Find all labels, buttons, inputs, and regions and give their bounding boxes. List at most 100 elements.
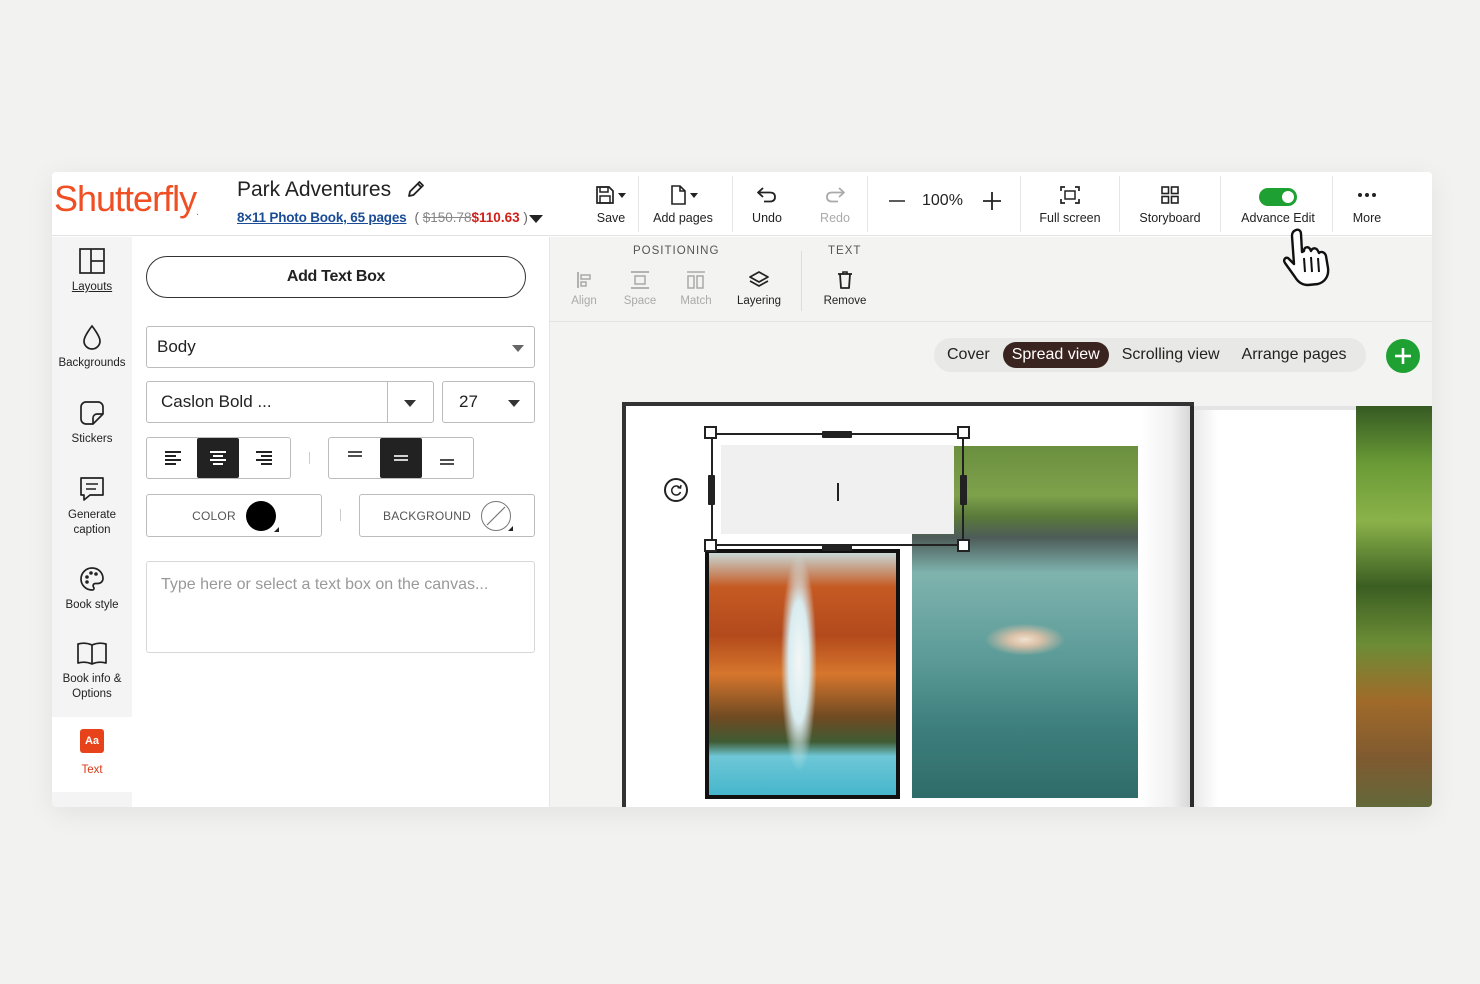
layering-tool-button[interactable]: Layering <box>729 270 789 307</box>
zoom-in-button[interactable] <box>977 172 1007 236</box>
toolbar-divider <box>1220 176 1221 232</box>
shutterfly-logo[interactable]: Shutterfly. <box>54 178 199 220</box>
match-tool-button[interactable]: Match <box>666 270 726 307</box>
more-dots-icon <box>1356 183 1378 207</box>
grid-icon <box>1160 183 1180 207</box>
nav-item-stickers[interactable]: Stickers <box>52 399 132 447</box>
drop-icon <box>83 324 101 350</box>
nav-item-book-style[interactable]: Book style <box>52 565 132 613</box>
save-disk-icon <box>594 183 628 207</box>
redo-button[interactable]: Redo <box>810 172 860 236</box>
align-top-icon <box>348 451 362 457</box>
remove-text-button[interactable]: Remove <box>815 270 875 307</box>
view-mode-switcher: Cover Spread view Scrolling view Arrange… <box>934 338 1366 372</box>
align-bottom-button[interactable] <box>426 438 468 478</box>
layers-icon <box>749 271 769 287</box>
toolbar-divider <box>732 176 733 232</box>
waterfall-photo[interactable] <box>705 549 900 799</box>
chevron-down-icon <box>508 400 520 407</box>
align-middle-icon <box>394 455 408 461</box>
space-objects-icon <box>631 271 649 289</box>
resize-handle-top[interactable] <box>822 431 852 438</box>
nav-item-layouts[interactable]: Layouts <box>52 247 132 295</box>
view-arrange-pages[interactable]: Arrange pages <box>1233 342 1356 368</box>
toolbar-divider <box>638 176 639 232</box>
undo-button[interactable]: Undo <box>742 172 792 236</box>
book-icon <box>77 642 107 665</box>
redo-icon <box>823 183 847 207</box>
resize-handle-top-left[interactable] <box>704 426 717 439</box>
save-button[interactable]: Save <box>582 172 640 236</box>
align-right-icon <box>256 451 273 465</box>
zoom-level: 100% <box>922 192 963 209</box>
resize-handle-bottom[interactable] <box>822 544 852 551</box>
toolbar-divider <box>1020 176 1021 232</box>
align-tool-button[interactable]: Align <box>554 270 614 307</box>
resize-handle-right[interactable] <box>960 475 967 505</box>
book-canvas: Cover Spread view Scrolling view Arrange… <box>550 322 1432 807</box>
plus-icon <box>983 192 1001 210</box>
price-details-chevron-down-icon[interactable] <box>529 215 543 223</box>
add-page-icon <box>666 183 700 207</box>
color-swatch <box>245 500 279 532</box>
resize-handle-top-right[interactable] <box>957 426 970 439</box>
text-panel: Add Text Box Body Caslon Bold ... 27 COL… <box>132 237 554 807</box>
product-link[interactable]: 8×11 Photo Book, 65 pages <box>237 210 407 225</box>
text-icon: Aa <box>80 729 104 753</box>
nav-item-backgrounds[interactable]: Backgrounds <box>52 323 132 371</box>
layout-icon <box>79 248 105 274</box>
minus-icon <box>889 200 905 202</box>
align-top-button[interactable] <box>334 438 376 478</box>
text-style-select[interactable]: Body <box>146 326 535 368</box>
product-summary: 8×11 Photo Book, 65 pages( $150.78$110.6… <box>237 210 528 225</box>
book-gutter-shadow <box>1140 406 1194 807</box>
resize-handle-left[interactable] <box>708 475 715 505</box>
divider <box>309 452 310 464</box>
caption-icon <box>80 477 104 501</box>
zoom-out-button[interactable] <box>882 172 912 236</box>
chevron-down-icon <box>404 400 416 407</box>
toggle-switch[interactable] <box>1259 188 1297 206</box>
resize-handle-bottom-left[interactable] <box>704 539 717 552</box>
align-left-button[interactable] <box>152 438 194 478</box>
selected-text-box[interactable] <box>711 433 964 546</box>
view-scrolling[interactable]: Scrolling view <box>1113 342 1229 368</box>
rotate-handle[interactable] <box>664 478 688 502</box>
space-tool-button[interactable]: Space <box>610 270 670 307</box>
align-center-button[interactable] <box>197 438 240 478</box>
align-left-icon <box>164 451 181 465</box>
vertical-align-group <box>328 437 474 479</box>
view-spread[interactable]: Spread view <box>1002 342 1109 368</box>
hand-pointer-cursor-icon <box>1283 228 1330 287</box>
edit-title-pencil-icon[interactable] <box>405 178 427 200</box>
align-right-button[interactable] <box>243 438 285 478</box>
storyboard-button[interactable]: Storyboard <box>1130 172 1210 236</box>
nav-item-book-info[interactable]: Book info & Options <box>52 639 132 702</box>
nav-item-generate-caption[interactable]: Generate caption <box>52 475 132 538</box>
align-objects-icon <box>577 272 591 288</box>
full-screen-button[interactable]: Full screen <box>1030 172 1110 236</box>
font-size-select[interactable]: 27 <box>442 381 535 423</box>
text-color-button[interactable]: COLOR <box>146 494 322 537</box>
align-center-icon <box>210 451 227 465</box>
undo-icon <box>755 183 779 207</box>
view-cover[interactable]: Cover <box>938 342 999 368</box>
left-nav: Layouts Backgrounds Stickers Generate ca… <box>52 237 132 807</box>
project-title: Park Adventures <box>237 178 392 201</box>
forest-photo[interactable] <box>1356 406 1432 807</box>
background-color-button[interactable]: BACKGROUND <box>359 494 535 537</box>
more-button[interactable]: More <box>1342 172 1392 236</box>
match-size-icon <box>687 271 705 289</box>
add-page-button[interactable] <box>1386 339 1420 373</box>
new-price: $110.63 <box>471 210 520 225</box>
add-pages-button[interactable]: Add pages <box>648 172 718 236</box>
nav-item-text[interactable]: Aa Text <box>52 717 132 792</box>
toolbar-divider <box>867 176 868 232</box>
add-text-box-button[interactable]: Add Text Box <box>146 256 526 298</box>
align-middle-button[interactable] <box>380 438 422 478</box>
toolbar-divider <box>1332 176 1333 232</box>
resize-handle-bottom-right[interactable] <box>957 539 970 552</box>
font-family-dropdown-button[interactable] <box>388 381 434 423</box>
text-content-input[interactable]: Type here or select a text box on the ca… <box>146 561 535 653</box>
toolbar-divider <box>1119 176 1120 232</box>
